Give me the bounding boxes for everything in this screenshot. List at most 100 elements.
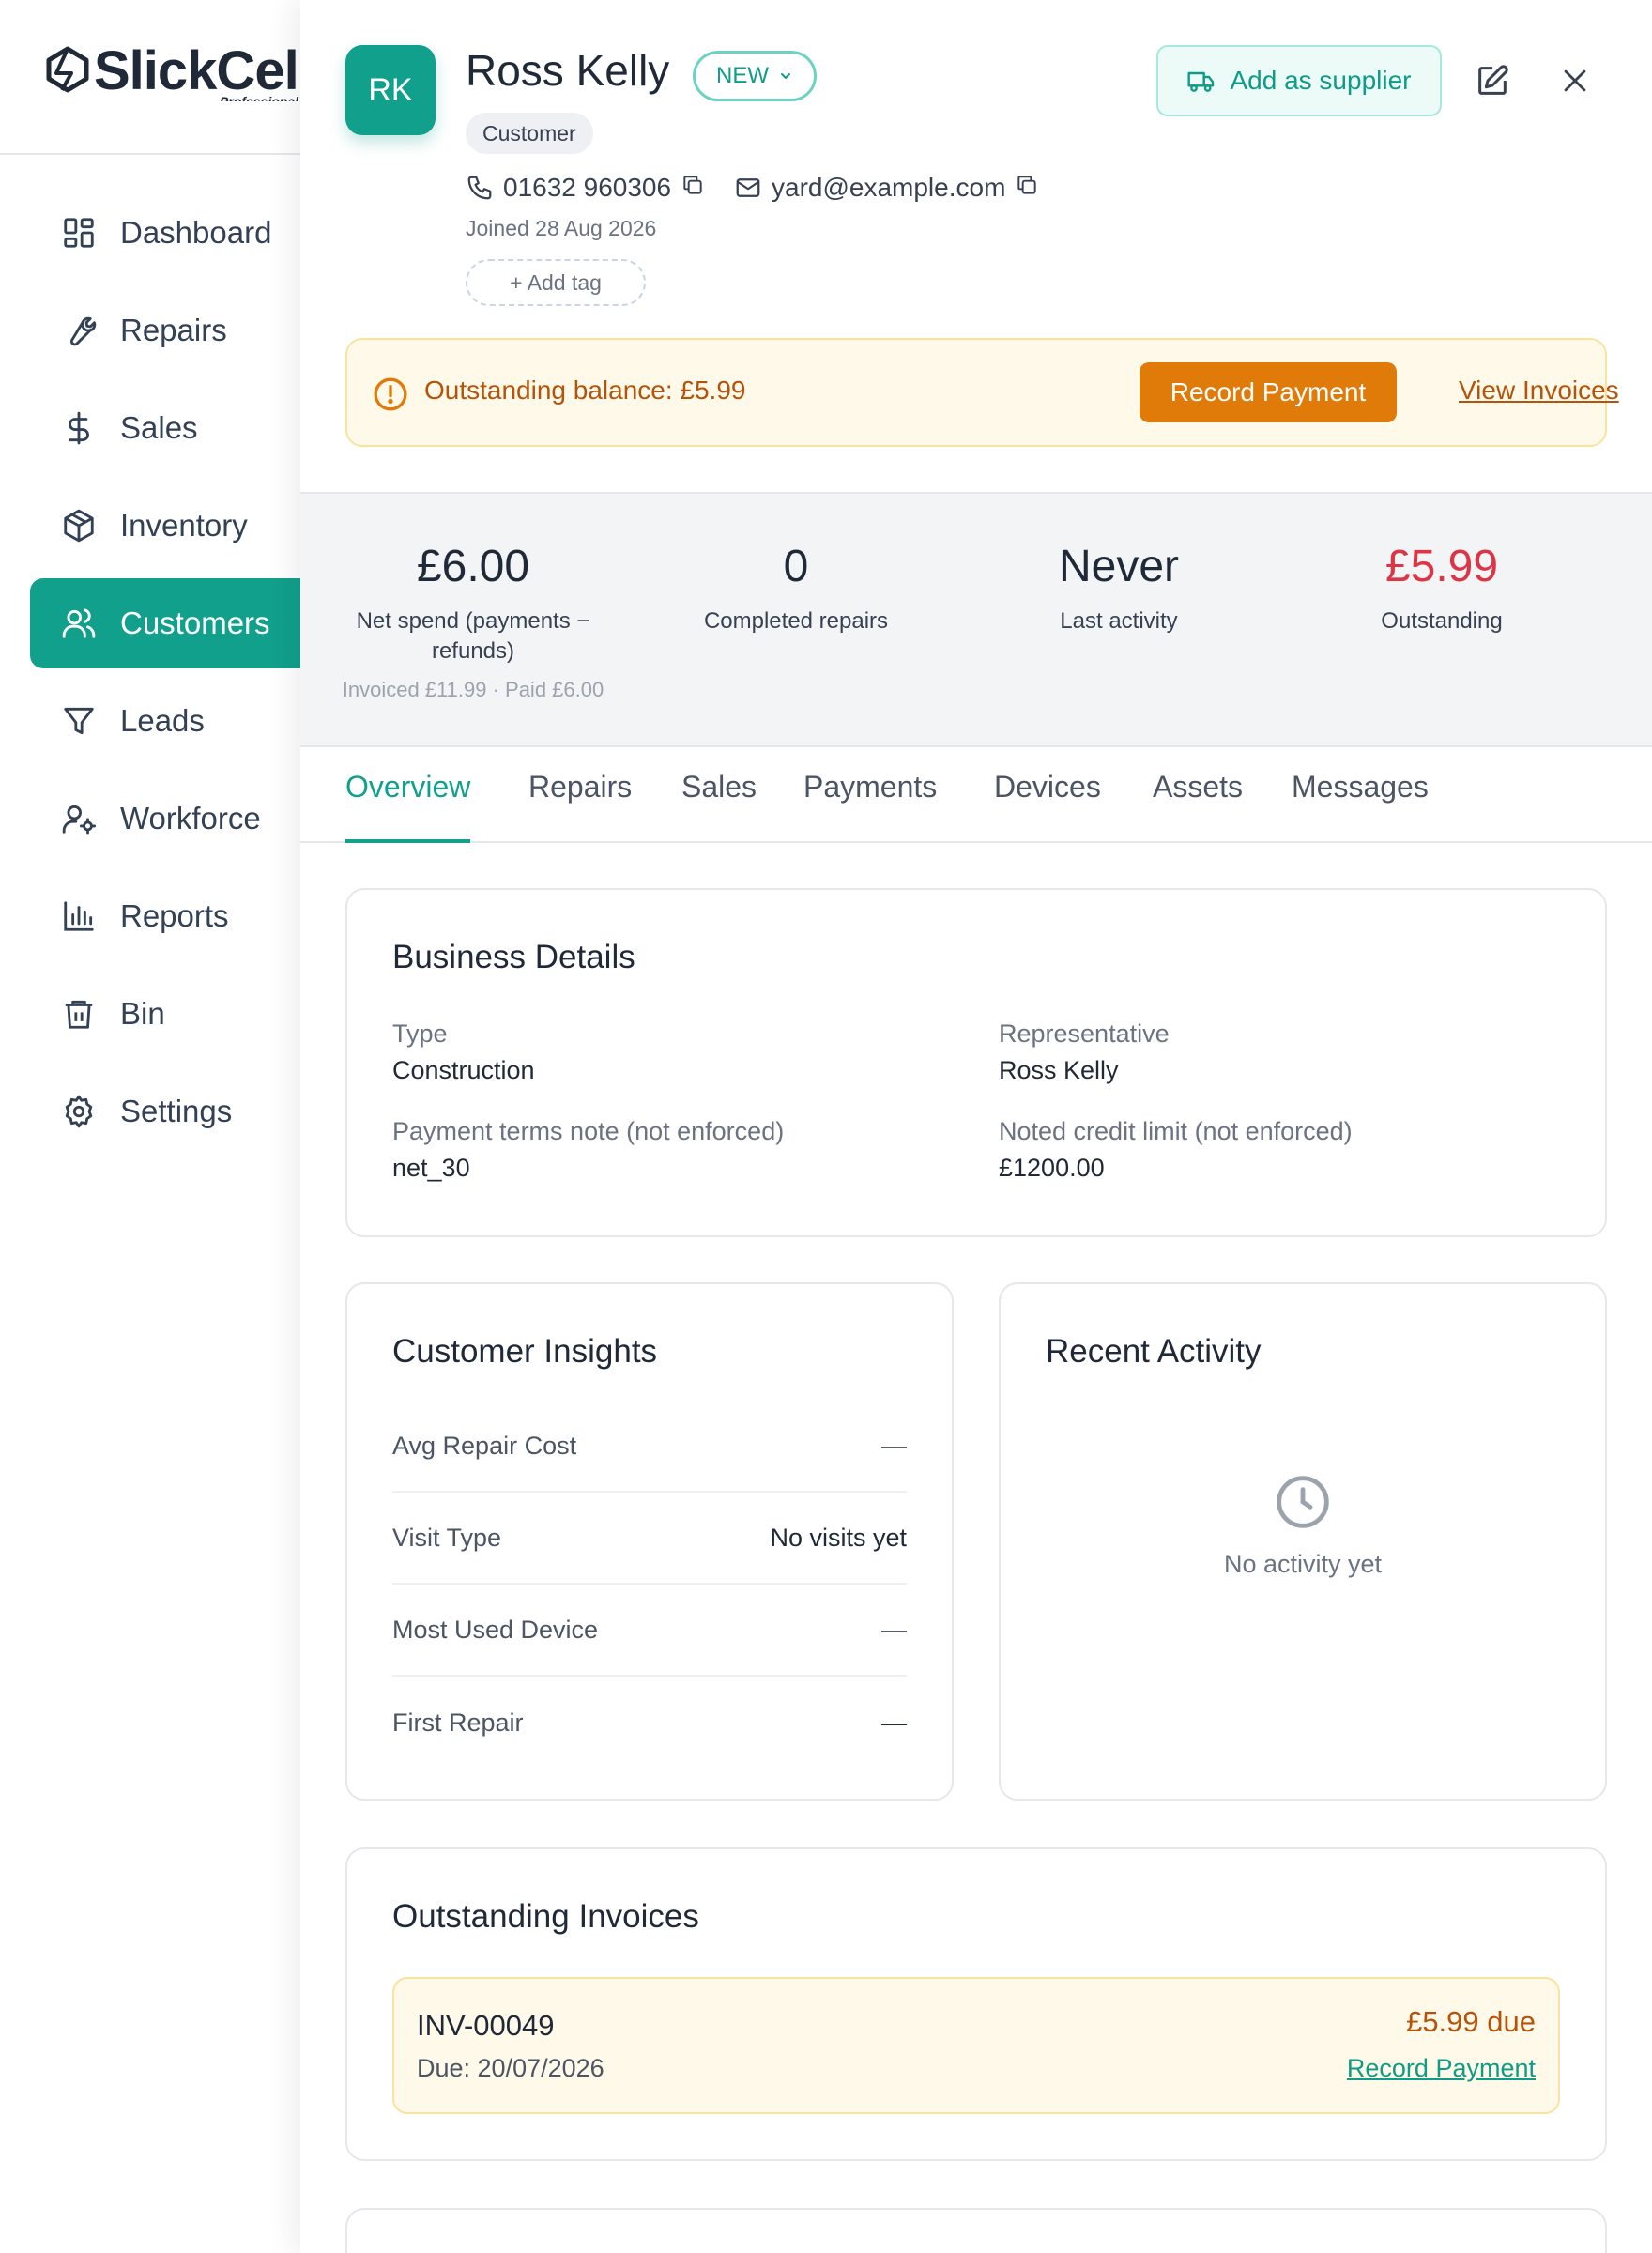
next-card [345, 2208, 1607, 2253]
sidebar-divider [0, 153, 300, 155]
view-invoices-link[interactable]: View Invoices [1459, 376, 1619, 406]
tab-overview[interactable]: Overview [345, 770, 471, 843]
sidebar-item-sales[interactable]: Sales [30, 383, 300, 473]
customer-detail-panel: RK Ross Kelly NEW Customer 01632 960306 … [300, 0, 1652, 2253]
sidebar-item-label: Leads [120, 703, 205, 738]
stat-last-activity: Never Last activity [969, 539, 1269, 636]
card-title: Recent Activity [1046, 1333, 1262, 1370]
empty-state: No activity yet [1001, 1472, 1605, 1579]
field-payment-terms: Payment terms note (not enforced) net_30 [392, 1117, 784, 1183]
field-label: Payment terms note (not enforced) [392, 1117, 785, 1145]
funnel-icon [60, 702, 98, 740]
sidebar-item-inventory[interactable]: Inventory [30, 481, 300, 571]
field-representative: Representative Ross Kelly [999, 1019, 1170, 1085]
field-type: Type Construction [392, 1019, 535, 1085]
sidebar-item-workforce[interactable]: Workforce [30, 774, 300, 864]
sidebar-item-dashboard[interactable]: Dashboard [30, 188, 300, 278]
insight-label: Visit Type [392, 1523, 502, 1552]
sidebar-item-settings[interactable]: Settings [30, 1066, 300, 1157]
alert-circle-icon [374, 377, 407, 411]
insight-label: First Repair [392, 1708, 524, 1737]
email-address[interactable]: yard@example.com [772, 173, 1005, 203]
phone-contact: 01632 960306 [466, 167, 705, 208]
add-as-supplier-label: Add as supplier [1230, 66, 1412, 95]
field-credit-limit: Noted credit limit (not enforced) £1200.… [999, 1117, 1353, 1183]
sidebar-item-label: Bin [120, 996, 165, 1031]
field-label: Representative [999, 1019, 1170, 1048]
edit-button[interactable] [1470, 58, 1515, 103]
field-label: Noted credit limit (not enforced) [999, 1117, 1353, 1145]
wrench-icon [60, 312, 98, 349]
tab-devices[interactable]: Devices [994, 770, 1101, 843]
tab-messages[interactable]: Messages [1292, 770, 1429, 843]
avatar: RK [345, 45, 436, 135]
insight-value: — [881, 1615, 907, 1644]
field-value: £1200.00 [999, 1154, 1105, 1182]
stat-net-spend: £6.00 Net spend (payments − refunds) Inv… [323, 539, 623, 702]
status-badge-dropdown[interactable]: NEW [693, 51, 817, 101]
insight-label: Avg Repair Cost [392, 1431, 577, 1460]
dollar-icon [60, 409, 98, 447]
sidebar-item-label: Customers [120, 605, 270, 640]
add-tag-button[interactable]: + Add tag [466, 259, 646, 306]
clock-icon [1277, 1476, 1329, 1528]
stat-label: Completed repairs [703, 608, 889, 634]
stat-value: £5.99 [1384, 542, 1499, 591]
customer-stats: £6.00 Net spend (payments − refunds) Inv… [300, 492, 1652, 747]
tab-assets[interactable]: Assets [1153, 770, 1243, 843]
sidebar-item-label: Reports [120, 898, 229, 933]
sidebar: SlickCell Professional Dashboard Repairs… [0, 0, 300, 2253]
phone-number[interactable]: 01632 960306 [503, 173, 671, 203]
insight-label: Most Used Device [392, 1615, 599, 1644]
insight-value: No visits yet [770, 1523, 907, 1552]
add-as-supplier-button[interactable]: Add as supplier [1156, 45, 1442, 116]
box-icon [60, 507, 98, 544]
invoice-record-payment-link[interactable]: Record Payment [1347, 2054, 1536, 2083]
sidebar-item-leads[interactable]: Leads [30, 676, 300, 766]
brand-logo[interactable]: SlickCell Professional [43, 41, 300, 101]
stat-sub: Invoiced £11.99 · Paid £6.00 [342, 678, 604, 701]
field-value: Ross Kelly [999, 1056, 1119, 1084]
outstanding-balance-alert: Outstanding balance: £5.99 Record Paymen… [345, 338, 1619, 447]
business-details-card: Business Details Type Construction Repre… [345, 888, 1607, 1237]
sidebar-item-label: Sales [120, 410, 198, 445]
logo-mark-icon [46, 46, 89, 93]
sidebar-item-customers[interactable]: Customers [30, 578, 300, 668]
sidebar-item-label: Workforce [120, 801, 261, 835]
edit-icon [1478, 65, 1508, 95]
sidebar-item-label: Settings [120, 1094, 233, 1128]
copy-email-icon[interactable] [1015, 173, 1039, 204]
empty-state-text: No activity yet [1223, 1550, 1383, 1578]
field-value: Construction [392, 1056, 535, 1084]
trash-icon [60, 995, 98, 1033]
stat-completed-repairs: 0 Completed repairs [646, 539, 946, 636]
invoice-due-date: Due: 20/07/2026 [417, 2054, 604, 2082]
chevron-down-icon [781, 73, 790, 80]
truck-icon [1187, 71, 1215, 92]
record-payment-button[interactable]: Record Payment [1140, 362, 1397, 422]
close-button[interactable] [1553, 58, 1598, 103]
card-title: Business Details [392, 939, 635, 975]
stat-label: Last activity [1060, 608, 1178, 634]
stat-outstanding: £5.99 Outstanding [1292, 539, 1592, 636]
field-label: Type [392, 1019, 448, 1048]
sidebar-item-bin[interactable]: Bin [30, 969, 300, 1059]
users-icon [60, 605, 98, 642]
invoice-number[interactable]: INV-00049 [417, 2009, 555, 2043]
field-value: net_30 [392, 1154, 470, 1182]
outstanding-invoices-card: Outstanding Invoices INV-00049 Due: 20/0… [345, 1847, 1607, 2161]
sidebar-item-repairs[interactable]: Repairs [30, 285, 300, 376]
tab-repairs[interactable]: Repairs [528, 770, 632, 843]
joined-date: Joined 28 Aug 2026 [466, 216, 657, 240]
brand-edition: Professional [219, 94, 298, 101]
card-title: Customer Insights [392, 1333, 658, 1370]
stat-value: £6.00 [416, 542, 530, 591]
tab-payments[interactable]: Payments [803, 770, 937, 843]
brand-name: SlickCell [94, 41, 300, 101]
tab-sales[interactable]: Sales [681, 770, 757, 843]
copy-phone-icon[interactable] [681, 173, 705, 204]
bar-chart-icon [60, 897, 98, 935]
detail-tabs: Overview Repairs Sales Payments Devices … [300, 747, 1652, 843]
sidebar-item-reports[interactable]: Reports [30, 871, 300, 961]
insight-row-visit-type: Visit Type No visits yet [392, 1493, 907, 1585]
